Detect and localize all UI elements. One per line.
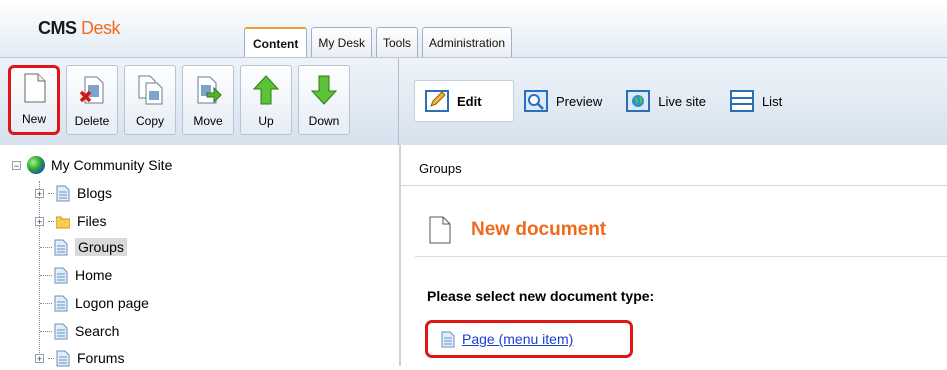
arrow-down-icon — [310, 75, 338, 105]
copy-button[interactable]: Copy — [124, 65, 176, 135]
up-button[interactable]: Up — [240, 65, 292, 135]
arrow-up-icon — [252, 75, 280, 105]
breadcrumb: Groups — [401, 145, 947, 186]
list-mode-button[interactable]: List — [720, 80, 796, 122]
main-content: New document Please select new document … — [401, 186, 947, 366]
tree-item-logon-page[interactable]: Logon page — [40, 291, 149, 315]
page-icon — [54, 323, 68, 339]
tree-item-search[interactable]: Search — [40, 319, 119, 343]
live-site-button[interactable]: Live site — [616, 80, 720, 122]
tree-item-groups[interactable]: Groups — [40, 235, 127, 259]
tree-item-forums[interactable]: + Forums — [35, 346, 124, 370]
page-title: New document — [429, 216, 606, 244]
down-button[interactable]: Down — [298, 65, 350, 135]
delete-button[interactable]: Delete — [66, 65, 118, 135]
new-document-icon — [429, 216, 451, 244]
tab-my-desk[interactable]: My Desk — [311, 27, 372, 57]
app-logo: CMS Desk — [38, 18, 121, 38]
page-icon — [54, 239, 68, 255]
tab-content[interactable]: Content — [244, 27, 308, 57]
view-modes: Edit Preview Live site List — [414, 80, 796, 122]
page-icon — [54, 267, 68, 283]
document-type-link[interactable]: Page (menu item) — [462, 331, 573, 347]
expand-icon[interactable]: + — [35, 216, 44, 226]
tree-root[interactable]: − My Community Site — [12, 153, 172, 177]
toolbar: New Delete Copy Move Up Down Edit Previe… — [0, 57, 947, 146]
list-icon — [729, 90, 754, 112]
tree-item-files[interactable]: + Files — [35, 209, 107, 233]
header: CMS Desk Content My Desk Tools Administr… — [0, 0, 947, 58]
preview-icon — [524, 90, 548, 112]
breadcrumb-current: Groups — [419, 161, 462, 176]
globe-icon — [27, 156, 45, 174]
expand-icon[interactable]: + — [35, 353, 44, 363]
page-icon — [56, 185, 70, 201]
move-button[interactable]: Move — [182, 65, 234, 135]
new-document-icon — [24, 73, 46, 103]
page-icon — [54, 295, 68, 311]
tab-administration[interactable]: Administration — [422, 27, 513, 57]
tree-item-blogs[interactable]: + Blogs — [35, 181, 112, 205]
document-type-page-menu-item[interactable]: Page (menu item) — [425, 320, 633, 358]
main-tabs: Content My Desk Tools Administration — [244, 27, 513, 57]
copy-document-icon — [138, 75, 163, 105]
page-icon — [441, 331, 455, 347]
document-type-prompt: Please select new document type: — [427, 288, 655, 304]
tree-item-home[interactable]: Home — [40, 263, 112, 287]
new-button[interactable]: New — [8, 65, 60, 135]
live-site-icon — [626, 90, 651, 112]
title-divider — [415, 256, 947, 257]
delete-document-icon — [79, 76, 104, 104]
content-tree: − My Community Site + Blogs + Files Grou… — [0, 145, 399, 366]
edit-icon — [425, 90, 449, 112]
tab-tools[interactable]: Tools — [376, 27, 419, 57]
document-actions: New Delete Copy Move Up Down — [8, 65, 350, 135]
edit-mode-button[interactable]: Edit — [414, 80, 514, 122]
page-icon — [56, 350, 70, 366]
preview-mode-button[interactable]: Preview — [514, 80, 616, 122]
move-document-icon — [197, 76, 222, 104]
folder-icon — [56, 216, 70, 228]
toolbar-divider — [398, 58, 399, 145]
expand-icon[interactable]: + — [35, 188, 44, 198]
collapse-icon[interactable]: − — [12, 160, 21, 170]
